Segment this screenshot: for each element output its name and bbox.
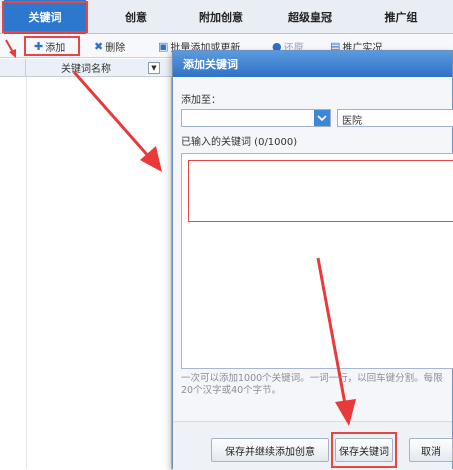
tab-creative[interactable]: 创意 [95,0,177,34]
column-divider [26,77,27,469]
column-menu-icon[interactable]: ▼ [148,61,160,74]
tab-creative-label: 创意 [125,11,147,24]
add-keyword-dialog: 添加关键词 添加至： 医院 已输入的关键词 (0/1000) 一次可以添加100… [172,50,453,470]
tab-ad-group[interactable]: 推广组 [355,0,447,34]
plan-select[interactable] [181,109,331,127]
tab-keywords[interactable]: 关键词 [2,0,88,34]
batch-icon: ▣ [158,39,169,53]
delete-button-label: 删除 [105,42,126,54]
add-to-label: 添加至： [181,95,221,106]
keyword-hint-text: 一次可以添加1000个关键词。一词一行，以回车键分割。每限20个汉字或40个字节… [181,373,443,396]
dialog-title: 添加关键词 [173,51,452,77]
save-button-highlight [331,432,397,468]
save-and-continue-button[interactable]: 保存并继续添加创意 [211,438,329,462]
unit-select[interactable]: 医院 [337,109,453,127]
tab-extra-creative-label: 附加创意 [199,11,243,24]
keyword-grid-body [0,77,172,469]
dialog-footer: 保存并继续添加创意 保存关键词 取消 [173,421,453,470]
unit-select-value: 医院 [342,116,362,127]
keyword-grid-header: 关键词名称 ▼ [0,58,172,77]
tab-ad-group-label: 推广组 [384,11,418,24]
keyword-name-column-header[interactable]: 关键词名称 [26,60,146,75]
top-tab-bar: 关键词 创意 附加创意 超级皇冠 推广组 [0,0,453,34]
tab-super-crown[interactable]: 超级皇冠 [265,0,355,34]
chevron-down-icon [314,110,330,126]
tab-keywords-label: 关键词 [28,11,62,24]
add-button-highlight [24,36,80,56]
cancel-button[interactable]: 取消 [409,438,453,462]
x-icon: ✖ [94,39,104,53]
select-all-cell[interactable] [0,58,26,77]
delete-button[interactable]: ✖ 删除 [94,37,125,55]
entered-count-label: 已输入的关键词 (0/1000) [181,137,298,148]
keywords-input-highlight [188,160,453,222]
keywords-textarea[interactable] [181,153,453,369]
tab-super-crown-label: 超级皇冠 [288,11,332,24]
tab-extra-creative[interactable]: 附加创意 [177,0,265,34]
